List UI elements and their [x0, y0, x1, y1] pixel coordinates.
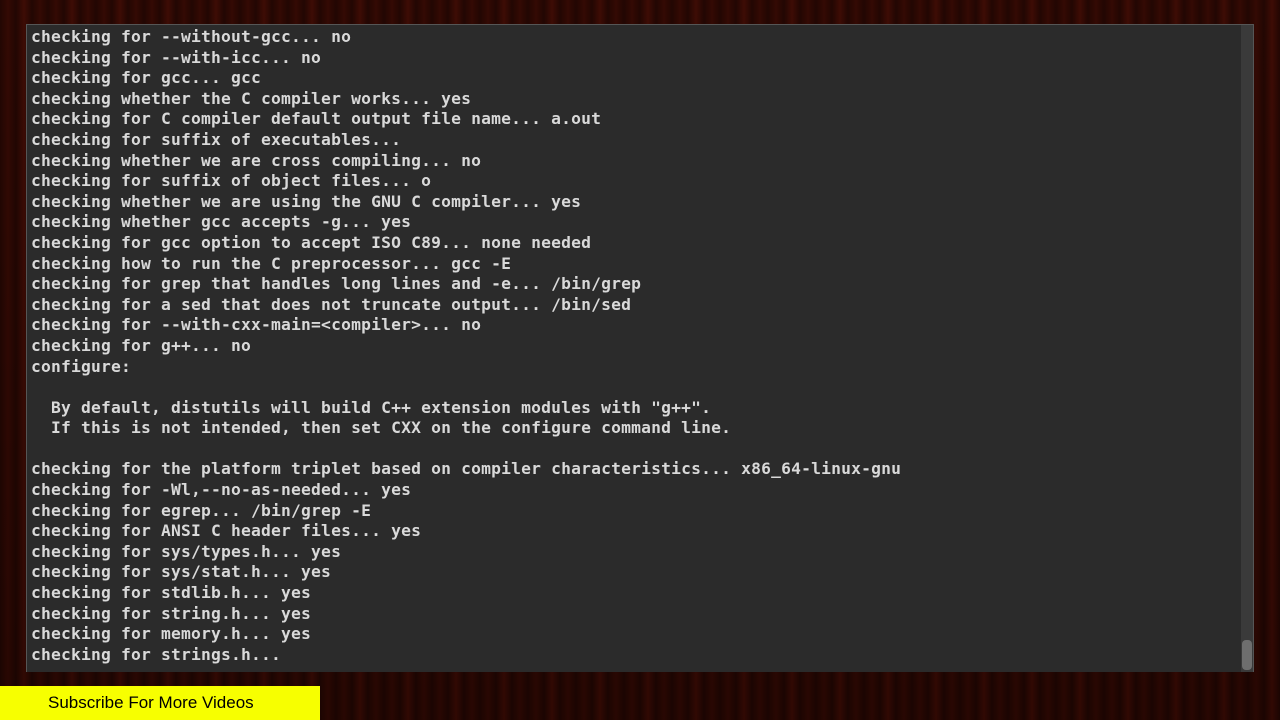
subscribe-banner-text: Subscribe For More Videos	[48, 693, 254, 713]
scrollbar-thumb[interactable]	[1242, 640, 1252, 670]
terminal-window[interactable]: checking for --without-gcc... no checkin…	[26, 24, 1254, 672]
subscribe-banner: Subscribe For More Videos	[0, 686, 320, 720]
desktop-background: checking for --without-gcc... no checkin…	[0, 0, 1280, 720]
terminal-output: checking for --without-gcc... no checkin…	[27, 25, 1241, 672]
scrollbar-track[interactable]	[1241, 25, 1253, 672]
